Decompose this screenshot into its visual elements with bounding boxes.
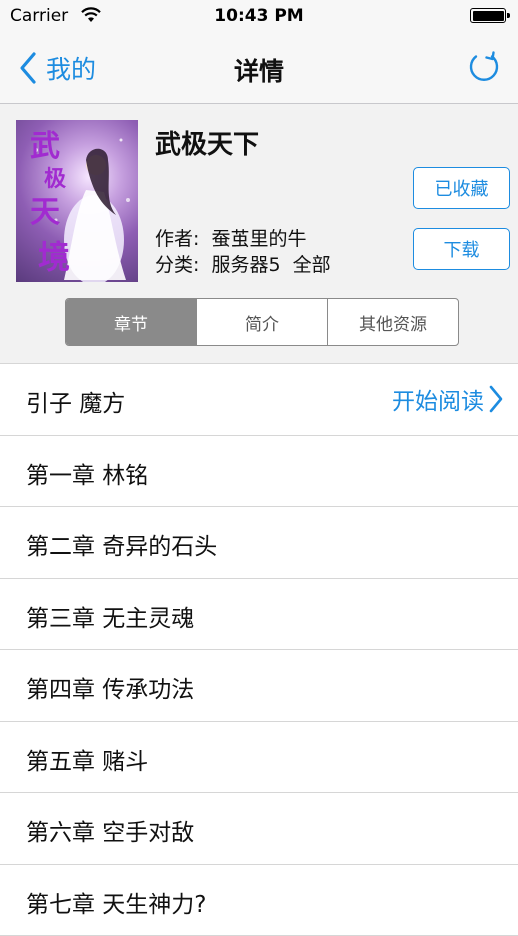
page-title: 详情 (0, 52, 518, 88)
tab-chapters[interactable]: 章节 (66, 299, 196, 345)
chapter-row[interactable]: 引子 魔方 开始阅读 (0, 364, 518, 436)
cover-char-2: 极 (44, 166, 67, 192)
chapter-title: 第七章 天生神力? (26, 885, 207, 919)
chapter-row[interactable]: 第四章 传承功法 (0, 650, 518, 722)
chapter-title: 第五章 赌斗 (26, 742, 148, 776)
cover-char-3: 天 (30, 195, 60, 230)
book-cover: 武 极 天 境 (16, 120, 138, 282)
author-label: 作者: (155, 228, 199, 250)
category-label: 分类: (155, 254, 199, 276)
author-name: 蚕茧里的牛 (211, 228, 306, 250)
tab-other-resources[interactable]: 其他资源 (327, 299, 458, 345)
book-header: 武 极 天 境 武极天下 作者: 蚕茧里的牛 分类: 服务器5 全部 已收藏 下… (0, 104, 518, 364)
chapter-title: 第六章 空手对敌 (26, 813, 194, 847)
chapter-list: 引子 魔方 开始阅读 第一章 林铭 第二章 奇异的石头 第三章 无主灵魂 第四章… (0, 364, 518, 936)
chapter-row[interactable]: 第五章 赌斗 (0, 722, 518, 794)
chapter-title: 第三章 无主灵魂 (26, 599, 194, 633)
chapter-row[interactable]: 第六章 空手对敌 (0, 793, 518, 865)
refresh-icon[interactable] (466, 50, 502, 86)
tab-intro[interactable]: 简介 (196, 299, 327, 345)
chapter-title: 引子 魔方 (26, 384, 125, 418)
download-button[interactable]: 下载 (413, 228, 510, 270)
favorited-button[interactable]: 已收藏 (413, 167, 510, 209)
segmented-control: 章节 简介 其他资源 (65, 298, 459, 346)
category-line: 分类: 服务器5 全部 (155, 250, 331, 277)
chapter-title: 第四章 传承功法 (26, 670, 194, 704)
chapter-title: 第二章 奇异的石头 (26, 527, 217, 561)
battery-icon (470, 8, 506, 23)
chevron-right-icon (488, 384, 504, 414)
author-line: 作者: 蚕茧里的牛 (155, 224, 306, 251)
book-title: 武极天下 (155, 124, 259, 161)
chapter-row[interactable]: 第七章 天生神力? (0, 865, 518, 936)
navigation-bar: 我的 详情 (0, 34, 518, 104)
clock: 10:43 PM (0, 6, 518, 26)
chapter-title: 第一章 林铭 (26, 456, 148, 490)
chapter-row[interactable]: 第二章 奇异的石头 (0, 507, 518, 579)
cover-char-1: 武 (30, 129, 60, 164)
cover-char-4: 境 (38, 238, 70, 276)
chapter-row[interactable]: 第三章 无主灵魂 (0, 579, 518, 651)
start-reading-label: 开始阅读 (392, 382, 484, 416)
cover-illustration: 武 极 天 境 (16, 120, 138, 282)
status-bar: Carrier 10:43 PM (0, 0, 518, 34)
start-reading-button[interactable]: 开始阅读 (392, 382, 504, 416)
chapter-row[interactable]: 第一章 林铭 (0, 436, 518, 508)
category-value: 服务器5 全部 (211, 254, 330, 276)
